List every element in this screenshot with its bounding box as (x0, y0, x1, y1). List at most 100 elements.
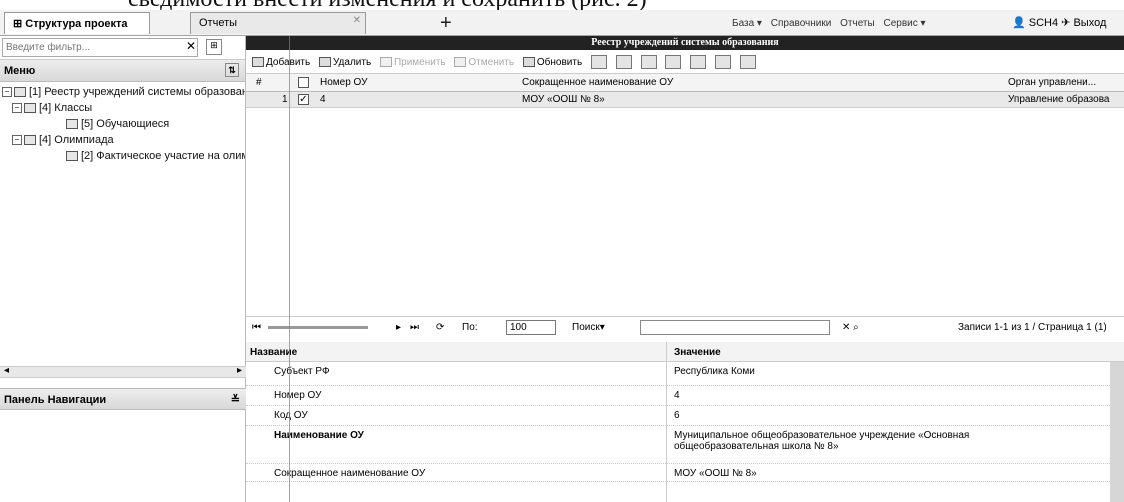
tree-item-olympiad-participation[interactable]: [2] Фактическое участие на олимпиаде (0, 150, 245, 166)
table-row[interactable]: 1 ✓ 4 МОУ «ООШ № 8» Управление образова (246, 92, 1124, 108)
menu-base[interactable]: База ▾ (732, 18, 762, 29)
property-row[interactable]: Номер ОУ 4 (246, 386, 1124, 406)
menu-reports[interactable]: Отчеты (840, 18, 875, 29)
tree-item-label: [2] Фактическое участие на олимпиаде (81, 150, 245, 162)
properties-panel: Название Значение Субъект РФ Республика … (246, 342, 1124, 502)
exit-link[interactable]: Выход (1073, 17, 1106, 29)
row-index: 1 (282, 94, 288, 105)
property-row[interactable]: Сокращенное наименование ОУ МОУ «ООШ № 8… (246, 464, 1124, 482)
chart-icon[interactable] (739, 55, 756, 69)
page-title: Реестр учреждений системы образования (246, 36, 1124, 50)
expand-icon[interactable]: ≚ (231, 393, 240, 406)
tree-icon: ⊞ (13, 18, 26, 30)
collapse-icon[interactable]: ⇅ (225, 63, 239, 77)
menu-header: Меню ⇅ (0, 60, 245, 82)
filter-options-icon[interactable]: ⊞ (206, 39, 222, 55)
tab-reports[interactable]: Отчеты ✕ (190, 12, 366, 34)
table-icon (66, 151, 78, 162)
menu-service[interactable]: Сервис ▾ (883, 18, 925, 29)
select-all-checkbox[interactable] (298, 77, 309, 88)
edit-icon[interactable] (615, 55, 632, 69)
add-button[interactable]: Добавить (252, 57, 310, 68)
tree-item-students[interactable]: [5] Обучающиеся (0, 118, 245, 134)
menu-directories[interactable]: Справочники (771, 18, 832, 29)
scroll-right-icon[interactable]: ▸ (237, 365, 242, 376)
delete-icon (318, 56, 331, 67)
per-page-select[interactable]: 100 (506, 320, 556, 335)
tree-item-olympiad[interactable]: − [4] Олимпиада (0, 134, 245, 150)
header-value[interactable]: Значение (674, 347, 721, 358)
cancel-button[interactable]: Отменить (454, 57, 514, 68)
scroll-left-icon[interactable]: ◂ (4, 365, 9, 376)
cell-short-name: МОУ «ООШ № 8» (522, 94, 605, 105)
cancel-label: Отменить (468, 56, 515, 68)
column-index[interactable]: # (256, 77, 262, 88)
search-input[interactable] (640, 320, 830, 335)
user-area: 👤 SCH4 ✈ Выход (1012, 16, 1106, 29)
search-icon[interactable]: ✕ ⌕ (842, 322, 859, 333)
apply-button[interactable]: Применить (379, 56, 446, 68)
print-icon[interactable] (665, 55, 682, 69)
row-checkbox[interactable]: ✓ (298, 94, 309, 105)
add-tab-button[interactable]: + (440, 13, 452, 33)
folder-icon (24, 103, 36, 114)
main-panel: Реестр учреждений системы образования До… (246, 36, 1124, 502)
tree-item-classes[interactable]: − [4] Классы (0, 102, 245, 118)
tab-bar: ⊞ Структура проекта Отчеты ✕ + База ▾ Сп… (0, 10, 1124, 36)
column-org[interactable]: Орган управлени... (1008, 77, 1096, 88)
properties-header: Название Значение (246, 342, 1124, 362)
tree-item-label: [4] Классы (39, 102, 93, 114)
tree-item-label: [1] Реестр учреждений системы образовани… (29, 86, 245, 98)
collapse-toggle-icon[interactable]: − (2, 87, 12, 98)
vertical-scrollbar[interactable] (1110, 362, 1124, 502)
folder-icon (24, 135, 36, 146)
search-dropdown[interactable]: Поиск▾ (572, 322, 605, 333)
navigation-panel-header: Панель Навигации ≚ (0, 388, 246, 410)
property-value: МОУ «ООШ № 8» (674, 468, 757, 479)
property-row[interactable]: Субъект РФ Республика Коми (246, 362, 1124, 386)
refresh-button[interactable]: Обновить (522, 56, 582, 68)
columns-icon[interactable] (590, 55, 607, 69)
settings-icon[interactable] (714, 55, 731, 69)
property-name: Субъект РФ (274, 366, 330, 377)
property-value: 6 (674, 410, 680, 421)
filter-icon[interactable] (690, 55, 707, 69)
next-page-icon[interactable]: ▸ (396, 322, 401, 333)
header-name[interactable]: Название (250, 347, 297, 358)
apply-label: Применить (393, 56, 446, 68)
property-name: Наименование ОУ (274, 430, 364, 441)
apply-icon (379, 56, 392, 67)
filter-input[interactable] (2, 38, 198, 57)
top-menu: База ▾ Справочники Отчеты Сервис ▾ (732, 18, 932, 29)
per-page-label: По: (462, 322, 478, 333)
refresh-icon (522, 56, 535, 67)
property-row[interactable]: Наименование ОУ Муниципальное общеобразо… (246, 426, 1124, 464)
first-page-icon[interactable]: ⏮ (252, 322, 261, 333)
cancel-icon (454, 56, 467, 67)
property-name: Номер ОУ (274, 390, 322, 401)
delete-label: Удалить (332, 56, 372, 68)
collapse-toggle-icon[interactable]: − (12, 103, 22, 114)
tree-item-registry[interactable]: − [1] Реестр учреждений системы образован… (0, 86, 245, 102)
cell-number: 4 (320, 94, 326, 105)
last-page-icon[interactable]: ⏭ (410, 322, 419, 333)
property-name: Сокращенное наименование ОУ (274, 468, 426, 479)
property-value: 4 (674, 390, 680, 401)
page-slider[interactable] (268, 326, 368, 329)
collapse-toggle-icon[interactable]: − (12, 135, 22, 146)
horizontal-scrollbar[interactable]: ◂ ▸ (0, 365, 246, 378)
user-name[interactable]: SCH4 (1029, 17, 1058, 29)
delete-button[interactable]: Удалить (318, 56, 372, 68)
column-short-name[interactable]: Сокращенное наименование ОУ (522, 77, 673, 88)
filter-row: ✕ ⊞ (0, 36, 245, 60)
exit-icon: ✈ (1061, 17, 1071, 29)
property-row[interactable]: Код ОУ 6 (246, 406, 1124, 426)
close-icon[interactable]: ✕ (353, 15, 361, 26)
app-window: сведимости внести изменения и сохранить … (0, 0, 1124, 502)
column-number[interactable]: Номер ОУ (320, 77, 367, 88)
table-icon (66, 119, 78, 130)
reload-icon[interactable]: ⟳ (436, 322, 444, 333)
tab-project-structure[interactable]: ⊞ Структура проекта (4, 12, 150, 34)
clear-filter-icon[interactable]: ✕ (186, 39, 196, 53)
export-icon[interactable] (640, 55, 657, 69)
